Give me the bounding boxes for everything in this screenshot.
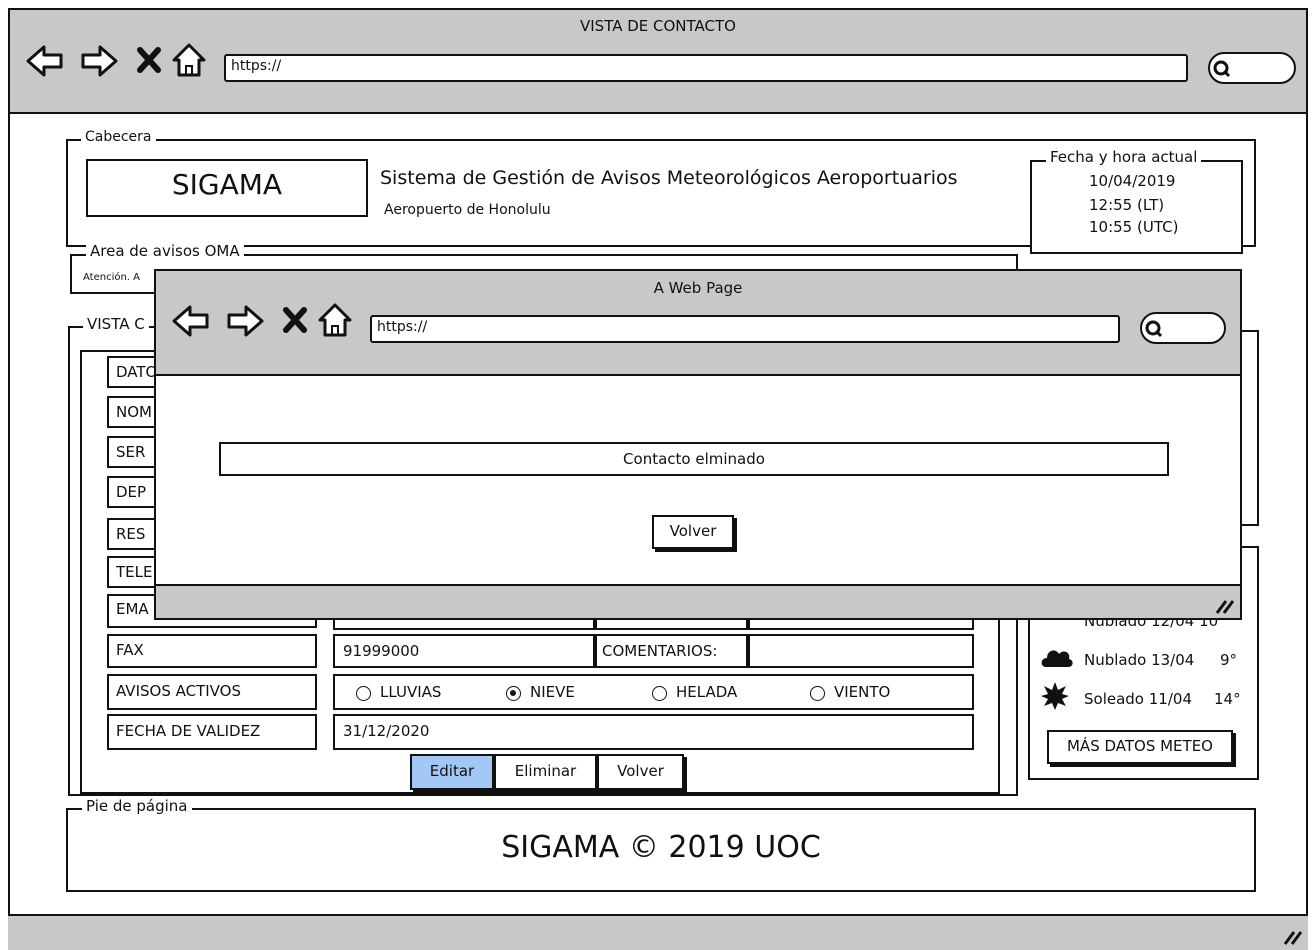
contact-label-data-text: DATO	[116, 363, 158, 381]
back-button[interactable]: Volver	[597, 754, 684, 790]
popup-title: A Web Page	[653, 279, 743, 297]
resize-handle-icon[interactable]	[1282, 926, 1304, 946]
window-title: VISTA DE CONTACTO	[580, 17, 736, 35]
close-icon[interactable]	[136, 46, 162, 74]
logo: SIGAMA	[171, 168, 283, 201]
weather-row-1-temp: 9°	[1220, 651, 1238, 669]
home-icon[interactable]	[172, 42, 206, 78]
search-icon	[1212, 59, 1232, 79]
popup-message: Contacto elminado	[623, 450, 765, 468]
cloud-icon	[1040, 643, 1074, 669]
weather-row-2-temp: 14°	[1214, 690, 1241, 708]
popup-back-button[interactable]: Volver	[652, 515, 734, 549]
popup-address-bar-url: https://	[377, 319, 428, 335]
status-bar	[8, 914, 1308, 950]
address-bar-url: https://	[231, 58, 282, 74]
local-time: 12:55 (LT)	[1089, 196, 1165, 214]
forward-arrow-icon[interactable]	[80, 44, 118, 78]
weather-row-1-text: Nublado 13/04	[1084, 651, 1195, 669]
radio-nieve-label: NIEVE	[530, 683, 575, 701]
radio-lluvias-label: LLUVIAS	[380, 683, 442, 701]
fax-value: 91999000	[343, 642, 420, 660]
radio-helada[interactable]	[652, 686, 667, 701]
delete-button[interactable]: Eliminar	[494, 754, 597, 790]
comments-label: COMENTARIOS:	[602, 642, 718, 660]
popup-close-icon[interactable]	[282, 306, 308, 334]
address-bar[interactable]	[224, 54, 1188, 82]
fax-label: FAX	[116, 641, 144, 659]
validity-value: 31/12/2020	[343, 722, 430, 740]
utc-time: 10:55 (UTC)	[1089, 218, 1179, 236]
radio-nieve[interactable]	[506, 686, 521, 701]
popup-search-icon	[1144, 319, 1164, 339]
system-title: Sistema de Gestión de Avisos Meteorológi…	[380, 167, 958, 189]
radio-lluvias[interactable]	[356, 686, 371, 701]
popup-home-icon[interactable]	[318, 302, 352, 338]
contact-label-responsible-text: RES	[116, 525, 146, 543]
radio-viento[interactable]	[810, 686, 825, 701]
popup-resize-handle-icon[interactable]	[1214, 595, 1236, 615]
header-legend: Cabecera	[81, 129, 156, 145]
popup-status-bar	[154, 584, 1242, 620]
popup-address-bar[interactable]	[370, 315, 1120, 343]
validity-label: FECHA DE VALIDEZ	[116, 722, 261, 740]
alerts-legend: Area de avisos OMA	[86, 243, 244, 259]
more-weather-button[interactable]: MÁS DATOS METEO	[1047, 730, 1233, 764]
contact-label-department-text: DEP	[116, 483, 147, 501]
sun-icon	[1040, 681, 1070, 711]
current-date: 10/04/2019	[1089, 172, 1176, 190]
contact-label-name-text: NOM	[116, 403, 152, 421]
contact-label-email-text: EMA	[116, 600, 149, 618]
alerts-text: Atención. A	[83, 272, 141, 283]
weather-row-2-text: Soleado 11/04	[1084, 690, 1192, 708]
datetime-legend: Fecha y hora actual	[1046, 149, 1202, 165]
airport-name: Aeropuerto de Honolulu	[384, 202, 551, 218]
back-arrow-icon[interactable]	[26, 44, 64, 78]
edit-button[interactable]: Editar	[410, 754, 494, 790]
alerts-label: AVISOS ACTIVOS	[116, 682, 241, 700]
radio-selected-dot	[510, 690, 516, 696]
popup-forward-arrow-icon[interactable]	[226, 304, 264, 338]
contact-label-service-text: SER	[116, 443, 146, 461]
comments-value-box	[748, 634, 974, 668]
popup-back-arrow-icon[interactable]	[172, 304, 210, 338]
footer-text: SIGAMA © 2019 UOC	[501, 830, 821, 865]
contact-legend: VISTA C	[83, 316, 149, 332]
radio-viento-label: VIENTO	[834, 683, 891, 701]
contact-label-phone-text: TELE	[116, 563, 153, 581]
radio-helada-label: HELADA	[676, 683, 738, 701]
footer-legend: Pie de página	[82, 798, 192, 814]
